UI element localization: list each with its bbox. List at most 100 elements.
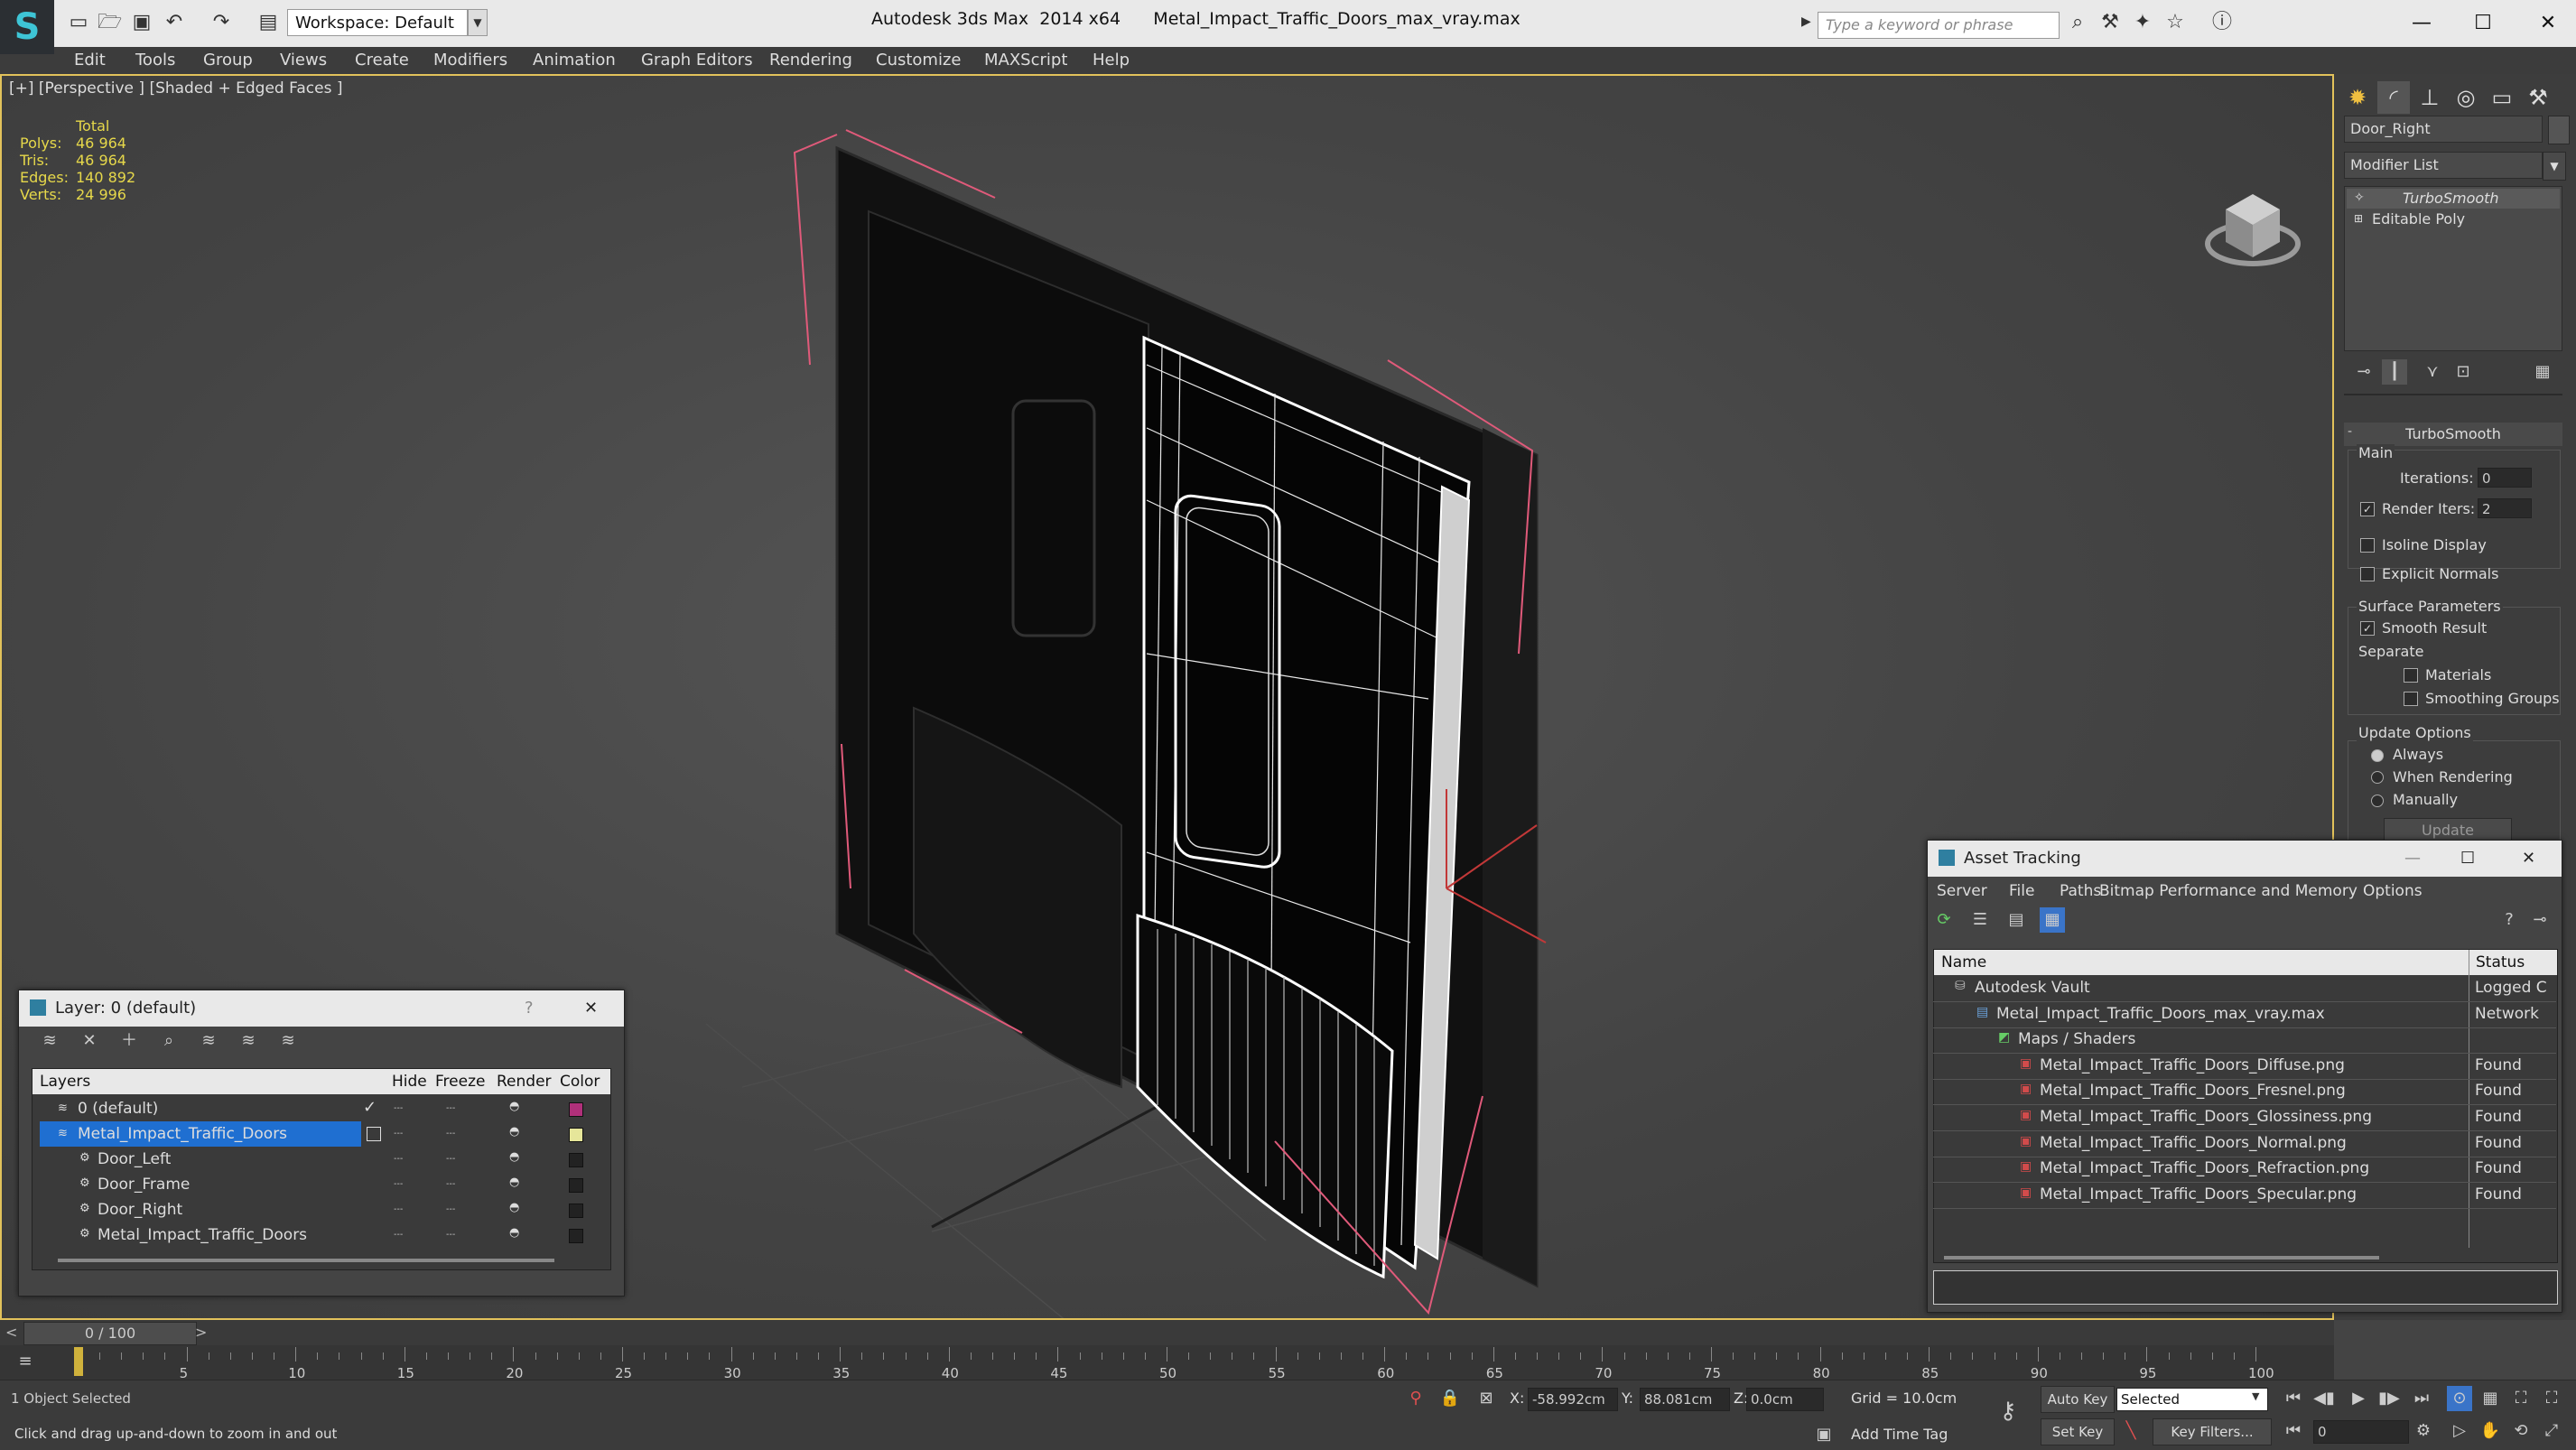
asset-row[interactable]: ◩ Maps / Shaders	[1933, 1027, 2556, 1055]
tools-icon[interactable]: ⚒	[2098, 11, 2122, 34]
create-layer-icon[interactable]: ≋	[37, 1028, 62, 1054]
orbit-icon[interactable]: ⟲	[2508, 1418, 2534, 1444]
redo-icon[interactable]: ↷	[209, 11, 233, 34]
asset-row[interactable]: ▣ Metal_Impact_Traffic_Doors_Diffuse.png F…	[1933, 1054, 2556, 1080]
stack-item-turbosmooth[interactable]: TurboSmooth	[2403, 190, 2499, 207]
asset-row[interactable]: ⛁ Autodesk Vault Logged C	[1933, 976, 2556, 1002]
manually-radio[interactable]	[2371, 795, 2384, 807]
set-key-button[interactable]: Set Key	[2041, 1418, 2115, 1445]
x-coord-field[interactable]: -58.992cm	[1528, 1388, 1618, 1411]
layer-color-swatch[interactable]	[569, 1178, 583, 1193]
lightbulb-icon[interactable]: ✧	[2354, 191, 2365, 205]
active-layer-check-icon[interactable]: ✓	[363, 1098, 377, 1117]
horizontal-scrollbar[interactable]	[58, 1259, 554, 1262]
modifier-list-dropdown[interactable]: Modifier List	[2344, 152, 2543, 179]
modify-icon[interactable]: ◜	[2377, 81, 2410, 114]
materials-checkbox[interactable]	[2404, 668, 2418, 683]
new-icon[interactable]: ▭	[67, 11, 90, 34]
highlight-layer-icon[interactable]: ≋	[196, 1028, 221, 1054]
turbosmooth-rollout-header[interactable]: TurboSmooth	[2344, 423, 2562, 446]
render-toggle-icon[interactable]: ◓	[509, 1125, 519, 1139]
zoom-all-icon[interactable]: ▦	[2478, 1386, 2503, 1411]
object-name-field[interactable]: Door_Right	[2344, 116, 2543, 143]
key-filter-pen-icon[interactable]: ╲	[2118, 1418, 2144, 1444]
col-hide[interactable]: Hide	[392, 1073, 427, 1091]
select-objects-icon[interactable]: ⌕	[156, 1028, 181, 1054]
menu-rendering[interactable]: Rendering	[769, 51, 852, 70]
time-next-button[interactable]: >	[195, 1324, 207, 1341]
go-to-start-icon[interactable]: ⏮	[2281, 1386, 2306, 1411]
key-mode-icon[interactable]: ⏮	[2281, 1418, 2306, 1444]
z-coord-field[interactable]: 0.0cm	[1746, 1388, 1824, 1411]
collapse-icon[interactable]: -	[2348, 424, 2352, 439]
render-iters-spinner[interactable]: 2	[2478, 498, 2532, 518]
field-of-view-icon[interactable]: ▷	[2447, 1418, 2472, 1444]
isoline-display-checkbox[interactable]	[2360, 538, 2375, 553]
hierarchy-icon[interactable]: ⊥	[2413, 81, 2446, 114]
freeze-toggle-icon[interactable]: ┄	[446, 1100, 455, 1118]
asset-window-titlebar[interactable]: Asset Tracking — ☐ ✕	[1928, 841, 2562, 877]
undo-icon[interactable]: ↶	[163, 11, 186, 34]
project-icon[interactable]: ▤	[256, 11, 280, 34]
layer-row[interactable]: ≋ 0 (default) ✓ ┄ ┄ ◓	[33, 1096, 610, 1121]
asset-row[interactable]: ▣ Metal_Impact_Traffic_Doors_Fresnel.png F…	[1933, 1079, 2556, 1106]
time-config-icon[interactable]: ⚙	[2411, 1418, 2436, 1444]
auto-key-button[interactable]: Auto Key	[2041, 1386, 2115, 1413]
binoculars-icon[interactable]: ⌕	[2066, 11, 2089, 34]
set-key-mode-icon[interactable]: ⚷	[1995, 1399, 2021, 1424]
render-toggle-icon[interactable]: ◓	[509, 1100, 519, 1113]
help-icon[interactable]: ⓘ	[2210, 11, 2234, 34]
auto-key-selection-dropdown[interactable]: Selected	[2116, 1388, 2268, 1411]
open-icon[interactable]: 🗁	[98, 11, 122, 34]
play-icon[interactable]: ▶	[2346, 1386, 2371, 1411]
asset-row[interactable]: ▣ Metal_Impact_Traffic_Doors_Refraction.p…	[1933, 1157, 2556, 1184]
freeze-toggle-icon[interactable]: ┄	[446, 1176, 455, 1194]
track-bar[interactable]: ≡ 5 10 15 20 25 30 35 40 45 50 55 60 65 70 75 80 85 90 95 1…	[0, 1345, 2334, 1381]
pan-icon[interactable]: ✋	[2478, 1418, 2503, 1444]
asset-help-icon[interactable]: ?	[2497, 907, 2522, 933]
configure-sets-icon[interactable]: ▦	[2530, 359, 2555, 385]
close-icon[interactable]: ✕	[2528, 5, 2568, 42]
when-rendering-radio[interactable]	[2371, 771, 2384, 784]
motion-icon[interactable]: ◎	[2450, 81, 2482, 114]
hide-toggle-icon[interactable]: ┄	[394, 1125, 403, 1143]
hide-all-icon[interactable]: ≋	[236, 1028, 261, 1054]
freeze-toggle-icon[interactable]: ┄	[446, 1125, 455, 1143]
layer-color-swatch[interactable]	[569, 1128, 583, 1142]
lock-selection-icon[interactable]: 🔒	[1437, 1386, 1463, 1411]
layer-row[interactable]: ⚙ Metal_Impact_Traffic_Doors ┄ ┄ ◓	[33, 1222, 610, 1248]
layer-color-swatch[interactable]	[569, 1153, 583, 1167]
create-icon[interactable]: ✹	[2341, 81, 2374, 114]
menu-modifiers[interactable]: Modifiers	[433, 51, 507, 70]
active-layer-box-icon[interactable]	[367, 1127, 381, 1141]
absolute-mode-icon[interactable]: ⊠	[1474, 1386, 1499, 1411]
asset-row[interactable]: ▣ Metal_Impact_Traffic_Doors_Specular.png…	[1933, 1183, 2556, 1209]
layer-color-swatch[interactable]	[569, 1204, 583, 1218]
save-icon[interactable]: ▣	[130, 11, 153, 34]
favorites-icon[interactable]: ✦	[2131, 11, 2154, 34]
add-time-tag-button[interactable]: Add Time Tag	[1851, 1426, 1948, 1443]
render-toggle-icon[interactable]: ◓	[509, 1176, 519, 1189]
asset-scrollbar[interactable]	[1944, 1256, 2379, 1259]
freeze-toggle-icon[interactable]: ┄	[446, 1150, 455, 1168]
col-status[interactable]: Status	[2476, 953, 2525, 971]
stack-expand-icon[interactable]: ⊞	[2354, 212, 2363, 225]
search-input[interactable]: Type a keyword or phrase	[1818, 12, 2060, 39]
pin-stack-icon[interactable]: ⊸	[2351, 359, 2376, 385]
asset-minimize-icon[interactable]: —	[2404, 841, 2421, 877]
asset-row[interactable]: ▣ Metal_Impact_Traffic_Doors_Glossiness.p…	[1933, 1105, 2556, 1131]
smooth-result-checkbox[interactable]: ✓	[2360, 621, 2375, 636]
layer-row[interactable]: ⚙ Door_Frame ┄ ┄ ◓	[33, 1172, 610, 1197]
layer-row[interactable]: ⚙ Door_Left ┄ ┄ ◓	[33, 1147, 610, 1172]
show-end-result-icon[interactable]: ┃	[2382, 359, 2407, 385]
hide-toggle-icon[interactable]: ┄	[394, 1226, 403, 1244]
thumbnail-icon[interactable]: ▤	[2004, 907, 2029, 933]
freeze-toggle-icon[interactable]: ┄	[446, 1201, 455, 1219]
display-icon[interactable]: ▭	[2486, 81, 2518, 114]
layer-color-swatch[interactable]	[569, 1102, 583, 1117]
layer-row[interactable]: ⚙ Door_Right ┄ ┄ ◓	[33, 1197, 610, 1222]
menu-group[interactable]: Group	[203, 51, 253, 70]
asset-row[interactable]: ▤ Metal_Impact_Traffic_Doors_max_vray.max…	[1933, 1002, 2556, 1028]
menu-edit[interactable]: Edit	[74, 51, 106, 70]
add-to-layer-icon[interactable]: ＋	[116, 1028, 142, 1054]
